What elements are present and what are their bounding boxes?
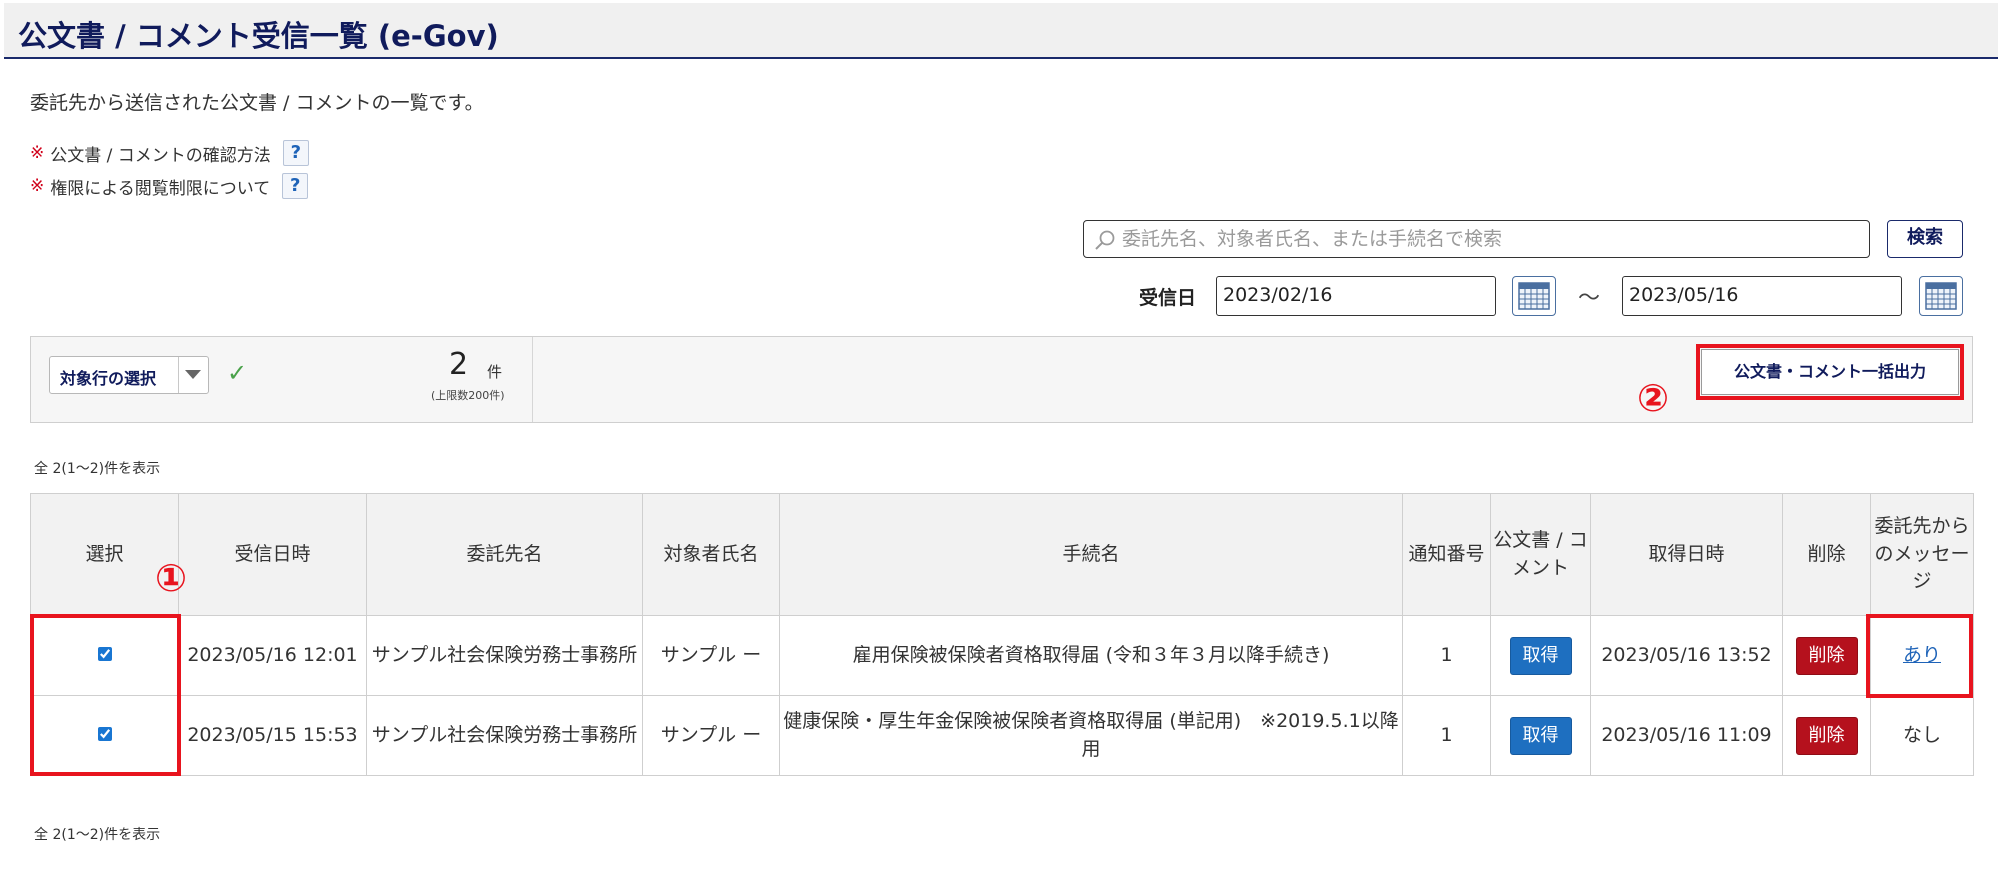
highlight-box <box>1866 614 1973 698</box>
annotation-1: ① <box>155 556 188 600</box>
highlight-box <box>1696 344 1964 400</box>
date-to-input[interactable]: 2023/05/16 <box>1622 276 1902 316</box>
note-mark: ※ <box>30 143 45 163</box>
date-filter-label: 受信日 <box>1139 287 1197 309</box>
note-text: 公文書 / コメントの確認方法 <box>50 145 271 166</box>
note-mark: ※ <box>30 176 45 196</box>
header-message: 委託先からのメッセージ <box>1870 493 1974 616</box>
header-document: 公文書 / コメント <box>1490 493 1591 616</box>
get-document-button[interactable]: 取得 <box>1509 716 1572 755</box>
check-icon: ✓ <box>227 359 248 387</box>
document-cell: 取得 <box>1490 615 1591 696</box>
result-count-bottom: 全 2(1～2)件を表示 <box>34 827 161 843</box>
get-document-button[interactable]: 取得 <box>1509 636 1572 675</box>
search-input[interactable] <box>1122 224 1862 254</box>
delete-cell: 削除 <box>1782 695 1871 776</box>
received-cell: 2023/05/15 15:53 <box>178 695 367 776</box>
search-icon <box>1095 230 1115 250</box>
header-delete: 削除 <box>1782 493 1871 616</box>
delete-button[interactable]: 削除 <box>1795 636 1858 675</box>
search-box <box>1083 220 1870 258</box>
header-acquired: 取得日時 <box>1590 493 1783 616</box>
annotation-2: ② <box>1637 376 1670 420</box>
row-select-dropdown[interactable]: 対象行の選択 <box>49 356 209 394</box>
page-title: 公文書 / コメント受信一覧 (e-Gov) <box>18 19 499 53</box>
bulk-toolbar: 対象行の選択 ✓ 2 件 (上限数200件) 公文書・コメント一括出力 <box>30 336 1973 423</box>
acquired-cell: 2023/05/16 11:09 <box>1590 695 1783 776</box>
page-description: 委託先から送信された公文書 / コメントの一覧です。 <box>30 92 484 114</box>
delete-button[interactable]: 削除 <box>1795 716 1858 755</box>
calendar-from-button[interactable] <box>1512 276 1556 316</box>
received-cell: 2023/05/16 12:01 <box>178 615 367 696</box>
help-icon[interactable]: ? <box>282 140 309 166</box>
document-cell: 取得 <box>1490 695 1591 776</box>
acquired-cell: 2023/05/16 13:52 <box>1590 615 1783 696</box>
date-from-input[interactable]: 2023/02/16 <box>1216 276 1496 316</box>
document-table: 選択 受信日時 委託先名 対象者氏名 手続名 通知番号 公文書 / コメント 取… <box>30 493 1974 776</box>
contractor-cell: サンプル社会保険労務士事務所 <box>366 615 643 696</box>
page-header: 公文書 / コメント受信一覧 (e-Gov) <box>4 3 1998 59</box>
person-cell: サンプル ー <box>642 695 780 776</box>
procedure-cell: 健康保険・厚生年金保険被保険者資格取得届 (単記用) ※2019.5.1以降用 <box>779 695 1403 776</box>
selected-count: 2 <box>449 347 469 382</box>
message-cell: なし <box>1870 695 1974 776</box>
note-access-restriction: ※ 権限による閲覧制限について ? <box>30 173 309 199</box>
notice-no-cell: 1 <box>1402 695 1491 776</box>
calendar-icon <box>1925 282 1957 310</box>
table-row: 2023/05/16 12:01 サンプル社会保険労務士事務所 サンプル ー 雇… <box>30 615 1974 696</box>
calendar-icon <box>1518 282 1550 310</box>
contractor-cell: サンプル社会保険労務士事務所 <box>366 695 643 776</box>
person-cell: サンプル ー <box>642 615 780 696</box>
header-notice-no: 通知番号 <box>1402 493 1491 616</box>
chevron-down-icon[interactable] <box>185 370 201 379</box>
row-select-label: 対象行の選択 <box>60 369 157 388</box>
header-procedure: 手続名 <box>779 493 1403 616</box>
highlight-box <box>30 614 181 776</box>
table-row: 2023/05/15 15:53 サンプル社会保険労務士事務所 サンプル ー 健… <box>30 695 1974 776</box>
calendar-to-button[interactable] <box>1919 276 1963 316</box>
date-separator: ～ <box>1578 286 1601 311</box>
notice-no-cell: 1 <box>1402 615 1491 696</box>
help-icon[interactable]: ? <box>282 173 309 199</box>
header-contractor: 委託先名 <box>366 493 643 616</box>
header-received: 受信日時 <box>178 493 367 616</box>
search-button[interactable]: 検索 <box>1887 220 1963 258</box>
delete-cell: 削除 <box>1782 615 1871 696</box>
result-count-top: 全 2(1～2)件を表示 <box>34 461 161 477</box>
procedure-cell: 雇用保険被保険者資格取得届 (令和３年３月以降手続き) <box>779 615 1403 696</box>
table-header-row: 選択 受信日時 委託先名 対象者氏名 手続名 通知番号 公文書 / コメント 取… <box>30 493 1974 616</box>
selected-count-unit: 件 <box>487 363 503 381</box>
note-confirm-method: ※ 公文書 / コメントの確認方法 ? <box>30 140 309 166</box>
note-text: 権限による閲覧制限について <box>50 178 271 199</box>
header-person: 対象者氏名 <box>642 493 780 616</box>
selection-limit: (上限数200件) <box>431 389 505 402</box>
